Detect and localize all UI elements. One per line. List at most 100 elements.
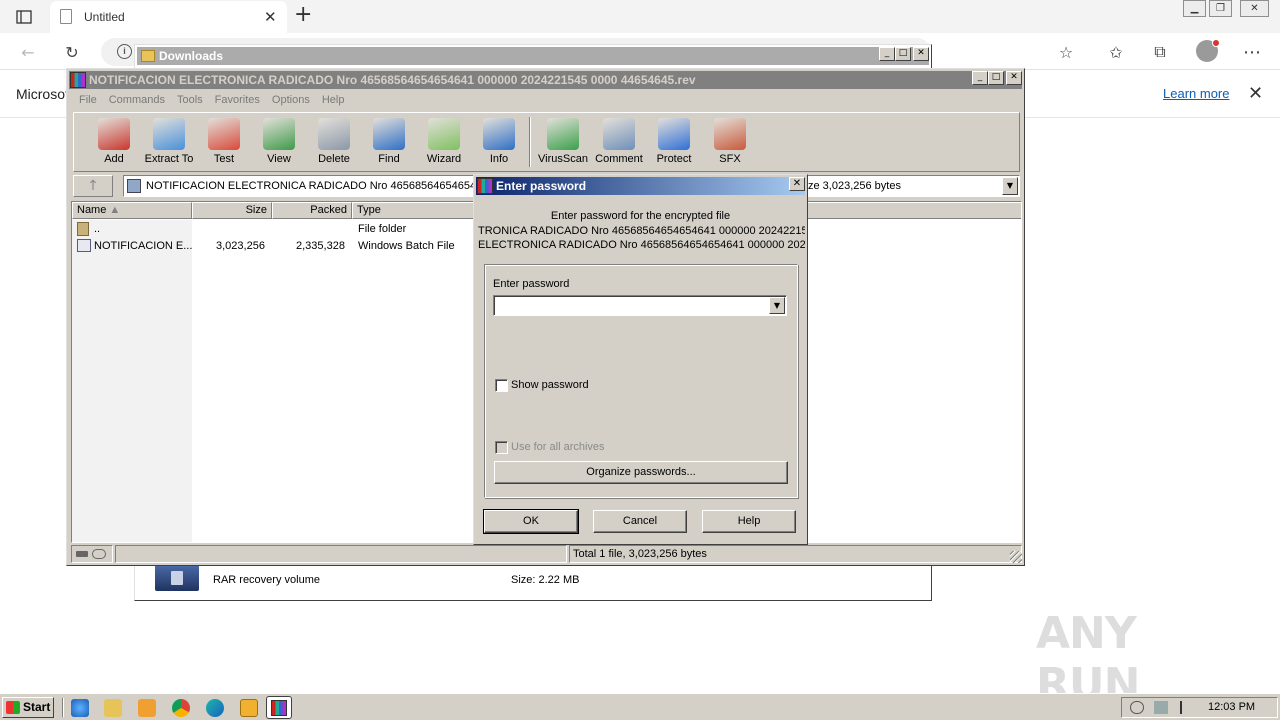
explorer-icon[interactable] — [104, 699, 122, 717]
list-item[interactable]: NOTIFICACION E... 3,023,256 2,335,328 Wi… — [72, 238, 472, 255]
download-item[interactable]: RAR recovery volume Size: 2.22 MB — [155, 565, 915, 593]
media-player-icon[interactable] — [138, 699, 156, 717]
close-button[interactable]: ✕ — [913, 47, 929, 61]
view-icon — [263, 118, 295, 150]
up-folder-button[interactable]: ↑ — [73, 175, 113, 197]
tool-view-button[interactable]: View — [252, 113, 306, 171]
tab-actions-button[interactable] — [8, 5, 40, 29]
item-name: .. — [94, 223, 101, 235]
path-dropdown-button[interactable]: ▼ — [1002, 177, 1018, 195]
ok-button[interactable]: OK — [483, 509, 579, 534]
tool-wizard-button[interactable]: Wizard — [417, 113, 471, 171]
minimize-button[interactable]: ▁ — [1183, 0, 1206, 17]
flag-icon[interactable] — [1180, 701, 1194, 714]
restore-button[interactable]: ❐ — [1209, 0, 1232, 17]
new-tab-button[interactable]: + — [294, 2, 312, 27]
add-icon — [98, 118, 130, 150]
tool-label: SFX — [719, 153, 741, 165]
downloads-title: Downloads — [159, 49, 224, 63]
resize-grip[interactable] — [1010, 551, 1022, 563]
dialog-title: Enter password — [496, 179, 587, 193]
cancel-button[interactable]: Cancel — [593, 510, 687, 533]
dialog-prompt: Enter password for the encrypted file — [550, 210, 731, 222]
protect-icon — [658, 118, 690, 150]
tool-virusscan-button[interactable]: VirusScan — [536, 113, 590, 171]
tab-actions-icon — [16, 10, 32, 24]
wizard-icon — [428, 118, 460, 150]
outlook-icon[interactable] — [240, 699, 258, 717]
volume-icon[interactable] — [1130, 701, 1144, 714]
ie-icon[interactable] — [71, 699, 89, 717]
taskbar-separator — [62, 698, 64, 717]
show-password-label[interactable]: Show password — [511, 379, 589, 391]
minimize-button[interactable]: _ — [972, 71, 988, 85]
close-button[interactable]: ✕ — [1006, 71, 1022, 85]
dialog-close-button[interactable]: ✕ — [789, 177, 805, 191]
organize-passwords-button[interactable]: Organize passwords... — [494, 461, 788, 484]
list-item[interactable]: .. File folder — [72, 221, 472, 238]
start-button[interactable]: Start — [2, 697, 54, 718]
browser-tab[interactable]: Untitled ✕ — [50, 1, 287, 33]
tool-find-button[interactable]: Find — [362, 113, 416, 171]
downloads-titlebar[interactable]: Downloads — [137, 47, 929, 65]
info-icon — [483, 118, 515, 150]
menu-favorites[interactable]: Favorites — [209, 91, 266, 109]
tool-test-button[interactable]: Test — [197, 113, 251, 171]
info-bar-close-button[interactable]: ✕ — [1248, 83, 1263, 104]
chrome-icon[interactable] — [172, 699, 190, 717]
close-window-button[interactable]: ✕ — [1240, 0, 1269, 17]
winrar-icon — [70, 72, 86, 88]
password-dropdown-button[interactable]: ▼ — [769, 297, 785, 314]
winrar-toolbar: Add Extract To Test View Delete Find Wiz… — [73, 112, 1020, 172]
menu-commands[interactable]: Commands — [103, 91, 171, 109]
status-icons — [71, 545, 113, 563]
winrar-task-button[interactable] — [266, 696, 292, 719]
dialog-file-line: ELECTRONICA RADICADO Nro 465685646546546… — [478, 239, 805, 251]
menu-help[interactable]: Help — [316, 91, 351, 109]
tool-extract-to-button[interactable]: Extract To — [142, 113, 196, 171]
profile-avatar[interactable] — [1196, 39, 1220, 62]
page-icon — [60, 9, 72, 24]
test-icon — [208, 118, 240, 150]
add-favorite-button[interactable]: ☆ — [1054, 40, 1078, 64]
password-input[interactable]: ▼ — [493, 295, 787, 316]
favorites-button[interactable]: ✩ — [1104, 40, 1128, 64]
clock: 12:03 PM — [1208, 701, 1256, 713]
edge-icon[interactable] — [206, 699, 224, 717]
tool-protect-button[interactable]: Protect — [647, 113, 701, 171]
status-total: Total 1 file, 3,023,256 bytes — [569, 545, 1022, 563]
tab-close-button[interactable]: ✕ — [264, 8, 277, 26]
tool-sfx-button[interactable]: SFX — [703, 113, 757, 171]
site-info-icon[interactable]: i — [117, 44, 132, 59]
menu-file[interactable]: File — [73, 91, 103, 109]
menu-options[interactable]: Options — [266, 91, 316, 109]
refresh-button[interactable]: ↻ — [60, 40, 84, 64]
tool-info-button[interactable]: Info — [472, 113, 526, 171]
winrar-titlebar[interactable]: NOTIFICACION ELECTRONICA RADICADO Nro 46… — [69, 71, 1022, 89]
item-packed: 2,335,328 — [296, 240, 345, 252]
windows-logo-icon — [6, 701, 20, 714]
dialog-titlebar[interactable]: Enter password — [476, 177, 805, 195]
drive-icon — [76, 551, 88, 557]
network-icon[interactable] — [1154, 701, 1168, 714]
column-header-name[interactable]: Name ▲ — [72, 202, 192, 219]
maximize-button[interactable]: □ — [895, 47, 911, 61]
use-for-all-checkbox[interactable] — [495, 441, 508, 454]
tool-delete-button[interactable]: Delete — [307, 113, 361, 171]
tool-label: Info — [489, 153, 509, 165]
back-button[interactable]: ← — [16, 40, 40, 64]
tool-add-button[interactable]: Add — [87, 113, 141, 171]
show-password-checkbox[interactable] — [495, 379, 508, 392]
maximize-button[interactable]: □ — [988, 71, 1004, 85]
menu-tools[interactable]: Tools — [171, 91, 209, 109]
more-options-button[interactable]: ⋯ — [1240, 40, 1264, 64]
column-header-packed[interactable]: Packed — [272, 202, 352, 219]
column-header-size[interactable]: Size — [192, 202, 272, 219]
minimize-button[interactable]: _ — [879, 47, 895, 61]
learn-more-link[interactable]: Learn more — [1163, 86, 1229, 101]
tool-comment-button[interactable]: Comment — [592, 113, 646, 171]
sfx-icon — [714, 118, 746, 150]
collections-button[interactable]: ⧉ — [1148, 40, 1172, 64]
help-button[interactable]: Help — [702, 510, 796, 533]
item-size: 3,023,256 — [216, 240, 265, 252]
